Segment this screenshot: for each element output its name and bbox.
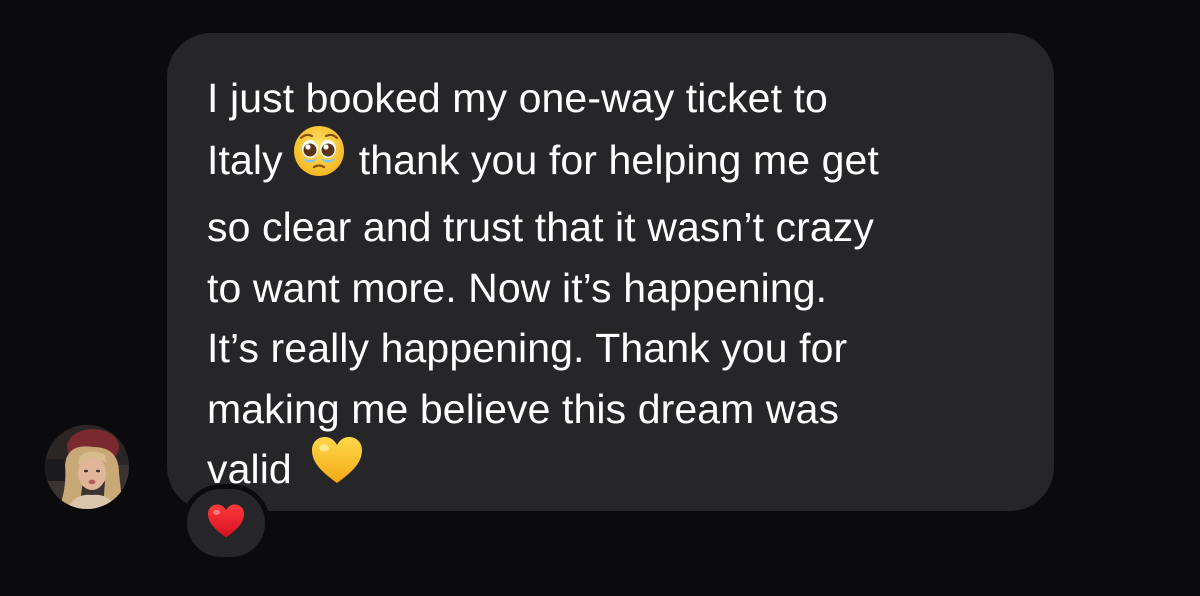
chat-area: I just booked my one-way ticket to Italy [0,0,1200,596]
message-line-part: thank you for helping me get [358,136,879,183]
sender-avatar[interactable] [45,425,129,509]
pleading-face-icon [293,125,345,194]
red-heart-icon [206,503,246,544]
yellow-heart-icon [310,435,364,502]
message-line: to want more. Now it’s happening. [207,264,828,311]
message-line: It’s really happening. Thank you for [207,325,848,371]
message-line: so clear and trust that it wasn’t crazy [207,204,875,250]
message-line: valid [207,437,1014,506]
message-bubble[interactable]: I just booked my one-way ticket to Italy [167,33,1054,511]
message-line-part: Italy [207,136,283,183]
message-line: making me believe this dream was [207,385,840,432]
avatar-photo [45,425,129,509]
message-line: I just booked my one-way ticket to [207,75,828,121]
reaction-badge[interactable] [182,484,270,562]
message-text: I just booked my one-way ticket to Italy [207,68,1014,506]
message-line: Italy thank you for helping me get [207,125,1014,198]
